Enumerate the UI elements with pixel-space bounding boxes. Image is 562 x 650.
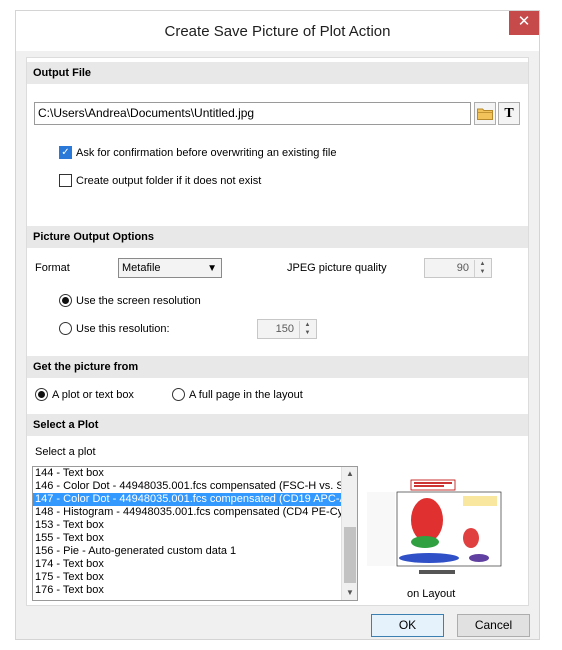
plot-source-row[interactable]: A plot or text box	[35, 388, 134, 401]
create-folder-label: Create output folder if it does not exis…	[76, 174, 262, 187]
close-button[interactable]: ✕	[509, 11, 539, 35]
resolution-spinner[interactable]: 150 ▲ ▼	[257, 319, 317, 339]
browse-folder-button[interactable]	[474, 102, 496, 125]
picture-options-header: Picture Output Options	[27, 226, 528, 248]
plot-list-item[interactable]: 174 - Text box	[33, 558, 357, 571]
title-bar: Create Save Picture of Plot Action ✕	[16, 11, 539, 51]
custom-resolution-radio[interactable]	[59, 322, 72, 335]
custom-resolution-row[interactable]: Use this resolution:	[59, 322, 170, 335]
options-panel: Output File C:\Users\Andrea\Documents\Un…	[26, 57, 529, 606]
close-icon: ✕	[517, 13, 531, 30]
plot-listbox[interactable]: 144 - Text box 146 - Color Dot - 44948035…	[32, 466, 358, 601]
output-file-header: Output File	[27, 62, 528, 84]
page-source-label: A full page in the layout	[189, 388, 303, 401]
jpeg-quality-value: 90	[456, 262, 469, 274]
jpeg-quality-spinner[interactable]: 90 ▲ ▼	[424, 258, 492, 278]
dialog-window: Create Save Picture of Plot Action ✕ Out…	[15, 10, 540, 640]
plot-list-item[interactable]: 147 - Color Dot - 44948035.001.fcs compe…	[33, 493, 357, 506]
plot-list-item[interactable]: 176 - Text box	[33, 584, 357, 597]
ok-button[interactable]: OK	[371, 614, 444, 637]
format-select[interactable]: Metafile ▼	[118, 258, 222, 278]
format-value: Metafile	[122, 262, 161, 274]
list-scrollbar[interactable]: ▲ ▼	[341, 467, 357, 600]
text-t-icon: T	[504, 105, 514, 121]
output-path-input[interactable]: C:\Users\Andrea\Documents\Untitled.jpg	[34, 102, 471, 125]
create-folder-row[interactable]: Create output folder if it does not exis…	[59, 174, 261, 187]
jpeg-quality-label: JPEG picture quality	[287, 262, 387, 274]
spin-up-icon[interactable]: ▲	[475, 260, 490, 268]
confirm-overwrite-checkbox[interactable]: ✓	[59, 146, 72, 159]
cancel-button[interactable]: Cancel	[457, 614, 530, 637]
plot-source-label: A plot or text box	[52, 388, 134, 401]
plot-source-radio[interactable]	[35, 388, 48, 401]
plot-list: 144 - Text box 146 - Color Dot - 44948035…	[33, 467, 357, 597]
select-plot-label: Select a plot	[35, 446, 96, 458]
plot-list-item[interactable]: 146 - Color Dot - 44948035.001.fcs compe…	[33, 480, 357, 493]
picture-source-header: Get the picture from	[27, 356, 528, 378]
spin-down-icon[interactable]: ▼	[475, 268, 490, 276]
plot-list-item[interactable]: 153 - Text box	[33, 519, 357, 532]
scroll-up-icon[interactable]: ▲	[342, 467, 357, 481]
resolution-value: 150	[275, 323, 294, 335]
page-source-row[interactable]: A full page in the layout	[172, 388, 303, 401]
scroll-thumb[interactable]	[344, 527, 356, 583]
custom-resolution-label: Use this resolution:	[76, 322, 170, 335]
plot-list-item[interactable]: 148 - Histogram - 44948035.001.fcs compe…	[33, 506, 357, 519]
page-source-radio[interactable]	[172, 388, 185, 401]
select-plot-header: Select a Plot	[27, 414, 528, 436]
folder-icon	[477, 108, 493, 120]
plot-list-item[interactable]: 175 - Text box	[33, 571, 357, 584]
plot-list-item[interactable]: 155 - Text box	[33, 532, 357, 545]
screen-resolution-radio[interactable]	[59, 294, 72, 307]
scroll-down-icon[interactable]: ▼	[342, 586, 357, 600]
plot-preview-image	[367, 478, 507, 580]
preview-caption: on Layout	[407, 588, 456, 600]
plot-list-item[interactable]: 144 - Text box	[33, 467, 357, 480]
plot-list-item[interactable]: 156 - Pie - Auto-generated custom data 1	[33, 545, 357, 558]
text-variable-button[interactable]: T	[498, 102, 520, 125]
create-folder-checkbox[interactable]	[59, 174, 72, 187]
format-label: Format	[35, 262, 70, 274]
screen-resolution-label: Use the screen resolution	[76, 294, 201, 307]
spin-down-icon[interactable]: ▼	[300, 329, 315, 337]
confirm-overwrite-label: Ask for confirmation before overwriting …	[76, 146, 337, 159]
confirm-overwrite-row[interactable]: ✓ Ask for confirmation before overwritin…	[59, 146, 336, 159]
screen-resolution-row[interactable]: Use the screen resolution	[59, 294, 201, 307]
dialog-title: Create Save Picture of Plot Action	[164, 23, 391, 40]
chevron-down-icon: ▼	[207, 263, 217, 274]
spin-up-icon[interactable]: ▲	[300, 321, 315, 329]
